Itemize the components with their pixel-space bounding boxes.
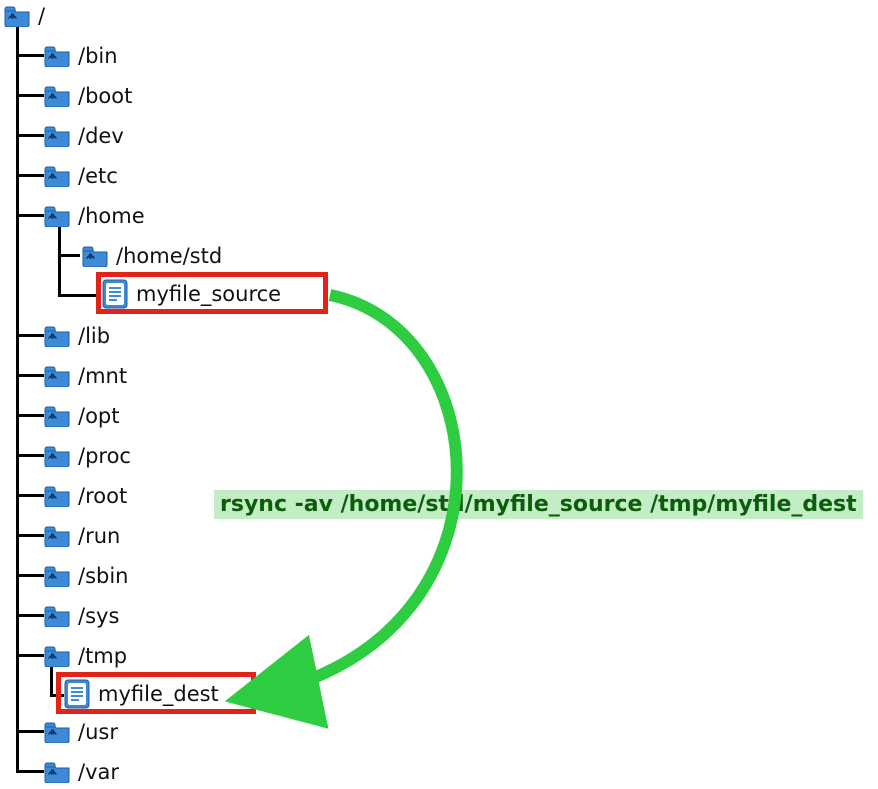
folder-icon bbox=[44, 445, 70, 467]
tree-node-myfile-dest: myfile_dest bbox=[64, 678, 219, 710]
node-label: /home bbox=[78, 204, 145, 228]
tree-node-sys: /sys bbox=[44, 600, 119, 632]
node-label: /mnt bbox=[78, 364, 127, 388]
node-label: /etc bbox=[78, 164, 118, 188]
tree-line bbox=[16, 654, 44, 657]
tree-node-opt: /opt bbox=[44, 400, 120, 432]
tree-node-tmp: /tmp bbox=[44, 640, 127, 672]
tree-line bbox=[16, 334, 44, 337]
folder-icon bbox=[82, 245, 108, 267]
command-text: rsync -av /home/std/myfile_source /tmp/m… bbox=[220, 492, 857, 517]
tree-node-home: /home bbox=[44, 200, 145, 232]
tree-line bbox=[16, 454, 44, 457]
folder-icon bbox=[44, 761, 70, 783]
node-label: myfile_dest bbox=[98, 682, 219, 706]
folder-icon bbox=[44, 565, 70, 587]
tree-node-var: /var bbox=[44, 756, 119, 788]
folder-icon bbox=[44, 325, 70, 347]
transfer-arrow bbox=[0, 0, 878, 789]
rsync-command: rsync -av /home/std/myfile_source /tmp/m… bbox=[214, 490, 863, 519]
node-label: /sbin bbox=[78, 564, 129, 588]
tree-line bbox=[16, 54, 44, 57]
tree-node-bin: /bin bbox=[44, 40, 118, 72]
folder-icon bbox=[4, 5, 30, 27]
folder-icon bbox=[44, 645, 70, 667]
node-label: /bin bbox=[78, 44, 118, 68]
tree-line bbox=[16, 494, 44, 497]
file-icon bbox=[102, 279, 128, 309]
tree-node-myfile-source: myfile_source bbox=[102, 278, 281, 310]
tree-line bbox=[16, 134, 44, 137]
folder-icon bbox=[44, 605, 70, 627]
folder-icon bbox=[44, 721, 70, 743]
node-label: /opt bbox=[78, 404, 120, 428]
tree-line bbox=[16, 534, 44, 537]
tree-line bbox=[16, 730, 44, 733]
node-label: /dev bbox=[78, 124, 124, 148]
tree-node-mnt: /mnt bbox=[44, 360, 127, 392]
folder-icon bbox=[44, 525, 70, 547]
folder-icon bbox=[44, 365, 70, 387]
node-label: /run bbox=[78, 524, 120, 548]
node-label: /tmp bbox=[78, 644, 127, 668]
tree-line bbox=[16, 94, 44, 97]
tree-node-boot: /boot bbox=[44, 80, 132, 112]
node-label: /boot bbox=[78, 84, 132, 108]
node-label: /sys bbox=[78, 604, 119, 628]
node-label: myfile_source bbox=[136, 282, 281, 306]
tree-line bbox=[16, 614, 44, 617]
folder-icon bbox=[44, 205, 70, 227]
tree-line bbox=[16, 174, 44, 177]
tree-node-lib: /lib bbox=[44, 320, 110, 352]
node-label: /lib bbox=[78, 324, 110, 348]
node-label: /proc bbox=[78, 444, 131, 468]
tree-line bbox=[16, 770, 44, 773]
tree-node-usr: /usr bbox=[44, 716, 118, 748]
tree-line bbox=[58, 294, 98, 297]
tree-node-home-std: /home/std bbox=[82, 240, 222, 272]
tree-node-dev: /dev bbox=[44, 120, 124, 152]
tree-line bbox=[16, 214, 44, 217]
tree-line bbox=[58, 254, 80, 257]
tree-line bbox=[16, 574, 44, 577]
file-icon bbox=[64, 679, 90, 709]
tree-node-run: /run bbox=[44, 520, 120, 552]
folder-icon bbox=[44, 45, 70, 67]
tree-line bbox=[16, 374, 44, 377]
folder-icon bbox=[44, 85, 70, 107]
node-label: /usr bbox=[78, 720, 118, 744]
folder-icon bbox=[44, 485, 70, 507]
tree-node-root: /root bbox=[44, 480, 127, 512]
tree-line bbox=[16, 16, 19, 772]
tree-node-etc: /etc bbox=[44, 160, 118, 192]
tree-node-root: / bbox=[4, 0, 45, 32]
tree-line bbox=[50, 694, 64, 697]
node-label: /home/std bbox=[116, 244, 222, 268]
node-label: / bbox=[38, 4, 45, 28]
tree-node-sbin: /sbin bbox=[44, 560, 129, 592]
tree-line bbox=[16, 414, 44, 417]
folder-icon bbox=[44, 405, 70, 427]
tree-node-proc: /proc bbox=[44, 440, 131, 472]
diagram-canvas: { "tree": { "root": "/", "bin": "/bin", … bbox=[0, 0, 878, 789]
node-label: /root bbox=[78, 484, 127, 508]
folder-icon bbox=[44, 165, 70, 187]
node-label: /var bbox=[78, 760, 119, 784]
folder-icon bbox=[44, 125, 70, 147]
